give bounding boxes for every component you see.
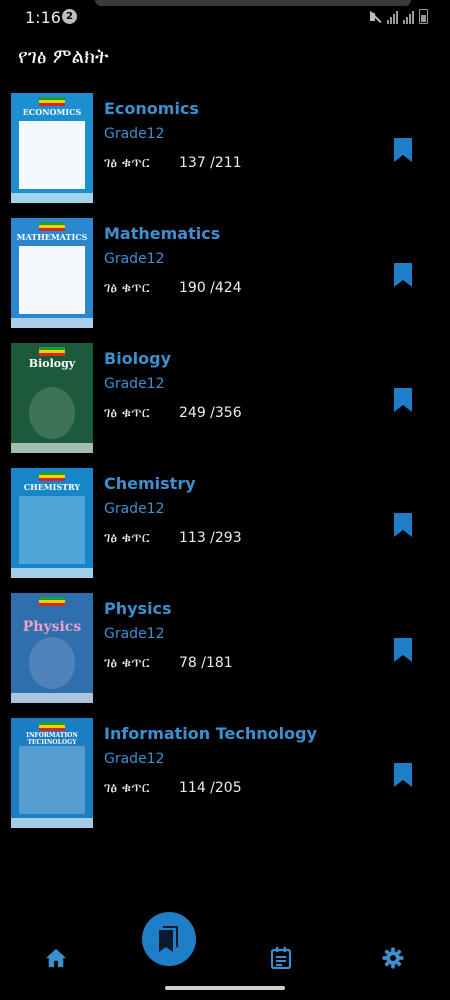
flag-emblem: [39, 597, 65, 606]
page-number-label: ገፅ ቁጥር: [104, 780, 150, 796]
page-progress: 249 /356: [179, 405, 242, 421]
calendar-icon: [271, 947, 291, 969]
book-title: Biology: [104, 349, 172, 368]
page-number-label: ገፅ ቁጥር: [104, 155, 150, 171]
book-title: Information Technology: [104, 724, 317, 743]
bookmark-item[interactable]: INFORMATION TECHNOLOGY Information Techn…: [0, 718, 450, 843]
cover-title: INFORMATION TECHNOLOGY: [26, 732, 78, 746]
signal-icon: [387, 10, 398, 24]
bookmark-icon[interactable]: [393, 762, 413, 788]
settings-icon: [382, 947, 404, 969]
bookmark-icon[interactable]: [393, 387, 413, 413]
bookmark-icon[interactable]: [393, 262, 413, 288]
page-progress: 137 /211: [179, 155, 242, 171]
flag-emblem: [39, 722, 65, 731]
cover-illustration: [19, 246, 85, 314]
cover-illustration: [19, 746, 85, 814]
cover-title: CHEMISTRY: [23, 482, 81, 492]
bookmarks-icon: [159, 926, 178, 952]
book-cover: Biology: [11, 343, 93, 453]
cover-title: Biology: [28, 357, 76, 370]
book-grade: Grade12: [104, 126, 165, 142]
nav-bookmarks[interactable]: [142, 912, 196, 966]
page-progress: 114 /205: [179, 780, 242, 796]
camera-notch: [95, 0, 411, 6]
cover-illustration: [29, 637, 75, 689]
flag-emblem: [39, 97, 65, 106]
cover-title: Physics: [22, 619, 82, 635]
book-grade: Grade12: [104, 251, 165, 267]
book-title: Chemistry: [104, 474, 196, 493]
cover-title: ECONOMICS: [22, 107, 82, 117]
flag-emblem: [39, 222, 65, 231]
status-icons: [368, 9, 428, 24]
page-progress: 190 /424: [179, 280, 242, 296]
signal-icon: [403, 10, 414, 24]
page-progress: 113 /293: [179, 530, 242, 546]
notification-badge: 2: [62, 9, 77, 24]
page-progress: 78 /181: [179, 655, 233, 671]
mute-icon: [368, 10, 382, 24]
bookmark-item[interactable]: Biology Biology Grade12 ገፅ ቁጥር 249 /356: [0, 343, 450, 468]
book-grade: Grade12: [104, 751, 165, 767]
cover-illustration: [19, 496, 85, 564]
book-cover: MATHEMATICS: [11, 218, 93, 328]
book-title: Economics: [104, 99, 199, 118]
bookmark-list: ECONOMICS Economics Grade12 ገፅ ቁጥር 137 /…: [0, 93, 450, 843]
bookmark-icon[interactable]: [393, 137, 413, 163]
book-cover: CHEMISTRY: [11, 468, 93, 578]
book-grade: Grade12: [104, 626, 165, 642]
status-bar: 1:16 2: [0, 0, 450, 34]
page-title: የገፅ ምልክት: [18, 44, 109, 68]
bookmark-item[interactable]: ECONOMICS Economics Grade12 ገፅ ቁጥር 137 /…: [0, 93, 450, 218]
gesture-home-bar[interactable]: [165, 986, 285, 990]
cover-footer: [11, 818, 93, 828]
cover-illustration: [19, 121, 85, 189]
cover-footer: [11, 693, 93, 703]
book-title: Physics: [104, 599, 172, 618]
bookmark-item[interactable]: Physics Physics Grade12 ገፅ ቁጥር 78 /181: [0, 593, 450, 718]
book-title: Mathematics: [104, 224, 221, 243]
flag-emblem: [39, 347, 65, 356]
page-number-label: ገፅ ቁጥር: [104, 530, 150, 546]
nav-settings[interactable]: [378, 943, 408, 973]
cover-footer: [11, 193, 93, 203]
book-grade: Grade12: [104, 376, 165, 392]
battery-icon: [419, 9, 428, 24]
book-cover: Physics: [11, 593, 93, 703]
book-cover: ECONOMICS: [11, 93, 93, 203]
bookmark-icon[interactable]: [393, 512, 413, 538]
book-grade: Grade12: [104, 501, 165, 517]
nav-calendar[interactable]: [266, 943, 296, 973]
home-icon: [46, 948, 66, 968]
page-number-label: ገፅ ቁጥር: [104, 280, 150, 296]
nav-home[interactable]: [41, 943, 71, 973]
page-number-label: ገፅ ቁጥር: [104, 405, 150, 421]
bookmark-item[interactable]: MATHEMATICS Mathematics Grade12 ገፅ ቁጥር 1…: [0, 218, 450, 343]
bookmark-icon[interactable]: [393, 637, 413, 663]
cover-illustration: [29, 387, 75, 439]
status-time: 1:16: [25, 8, 61, 27]
flag-emblem: [39, 472, 65, 481]
book-cover: INFORMATION TECHNOLOGY: [11, 718, 93, 828]
bookmark-item[interactable]: CHEMISTRY Chemistry Grade12 ገፅ ቁጥር 113 /…: [0, 468, 450, 593]
cover-footer: [11, 318, 93, 328]
cover-footer: [11, 568, 93, 578]
cover-title: MATHEMATICS: [16, 232, 88, 242]
cover-footer: [11, 443, 93, 453]
page-number-label: ገፅ ቁጥር: [104, 655, 150, 671]
